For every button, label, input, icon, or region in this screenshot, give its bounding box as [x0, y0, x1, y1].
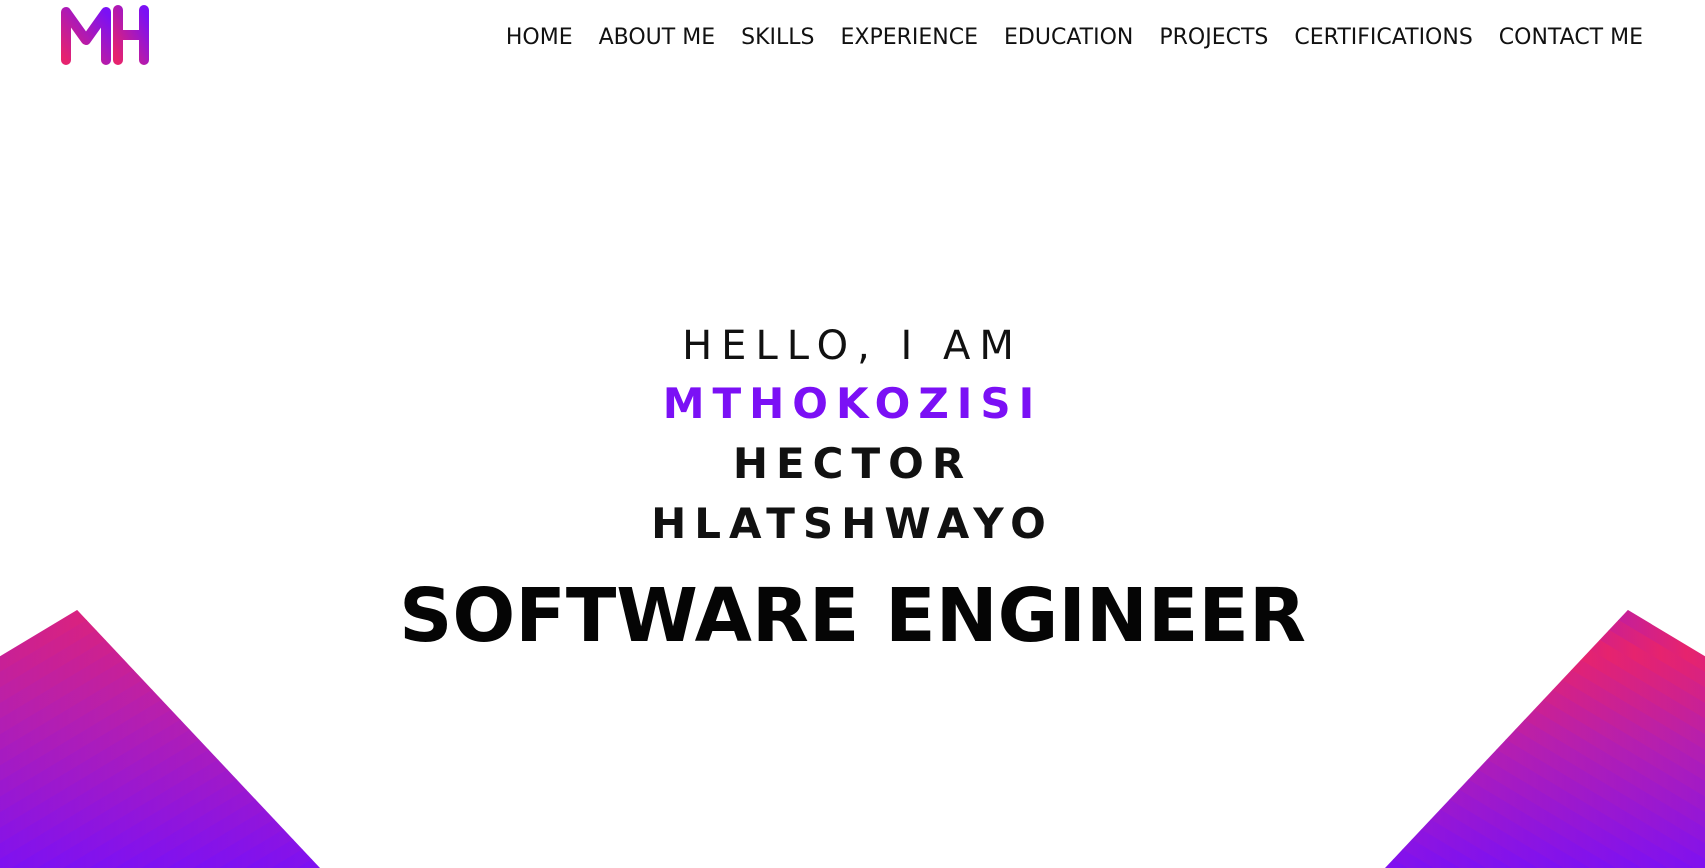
diagonal-stripes-icon [1325, 571, 1705, 868]
logo-mh[interactable] [60, 2, 152, 66]
stripe-line [1385, 571, 1415, 868]
hero-name: MTHOKOZISI HECTOR HLATSHWAYO [543, 374, 1163, 554]
nav-education[interactable]: EDUCATION [1004, 22, 1133, 54]
stripe-line [1385, 571, 1389, 868]
decorative-stripes-right [1325, 528, 1705, 868]
stripe-line [290, 571, 320, 868]
nav-skills[interactable]: SKILLS [741, 22, 814, 54]
diagonal-stripes-icon [0, 571, 380, 868]
hero-last-names: HECTOR HLATSHWAYO [651, 439, 1054, 548]
stripe-line [1385, 571, 1441, 868]
stripe-line [316, 571, 320, 868]
portfolio-page: HOME ABOUT ME SKILLS EXPERIENCE EDUCATIO… [0, 0, 1705, 868]
site-header: HOME ABOUT ME SKILLS EXPERIENCE EDUCATIO… [0, 0, 1705, 80]
nav-contact-me[interactable]: CONTACT ME [1499, 22, 1643, 54]
hero-greeting: HELLO, I AM [682, 323, 1023, 369]
nav-experience[interactable]: EXPERIENCE [840, 22, 978, 54]
nav-home[interactable]: HOME [506, 22, 573, 54]
stripe-line [264, 571, 320, 868]
logo-icon [61, 5, 149, 65]
nav-certifications[interactable]: CERTIFICATIONS [1294, 22, 1472, 54]
nav-about-me[interactable]: ABOUT ME [599, 22, 716, 54]
stripe-line [1325, 578, 1359, 868]
hero-first-name: MTHOKOZISI [662, 379, 1043, 428]
decorative-stripes-left [0, 528, 380, 868]
main-nav: HOME ABOUT ME SKILLS EXPERIENCE EDUCATIO… [506, 22, 1643, 54]
nav-projects[interactable]: PROJECTS [1159, 22, 1268, 54]
stripe-line [346, 578, 380, 868]
